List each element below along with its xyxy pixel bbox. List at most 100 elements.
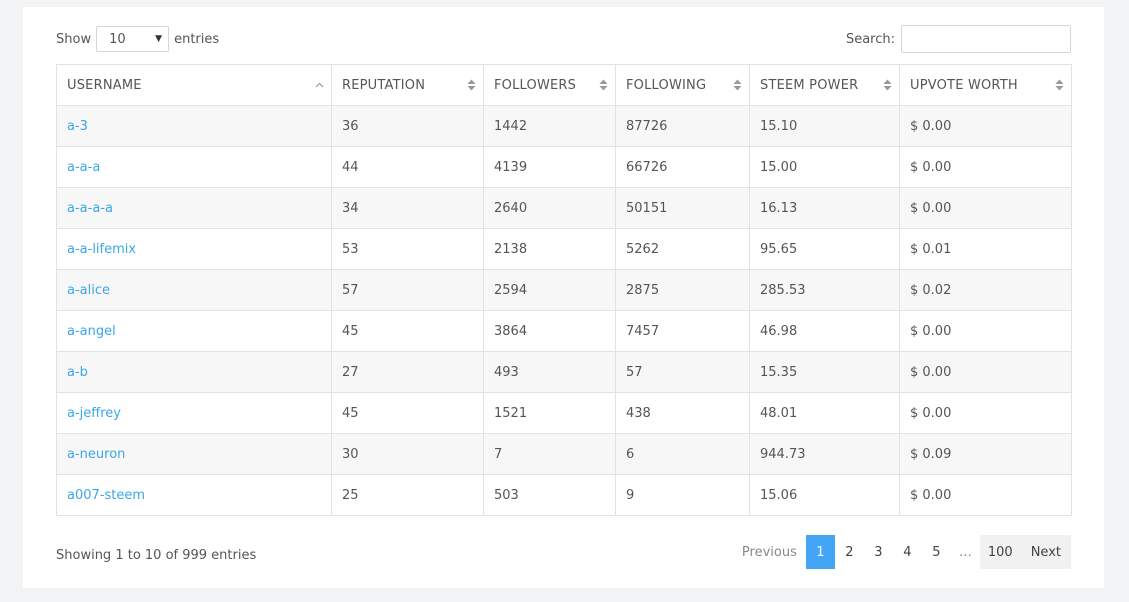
search-label: Search: <box>845 31 895 47</box>
table-cell-steem-power: 15.00 <box>749 146 900 188</box>
table-row: a-alice 57 2594 2875 285.53 $ 0.02 <box>56 269 1072 311</box>
table-row: a007-steem 25 503 9 15.06 $ 0.00 <box>56 474 1072 516</box>
table-cell-upvote-worth: $ 0.00 <box>899 105 1072 147</box>
column-header-label: FOLLOWERS <box>494 77 577 93</box>
table-cell-username: a-neuron <box>56 433 332 475</box>
table-cell-upvote-worth: $ 0.00 <box>899 351 1072 393</box>
table-cell-followers: 493 <box>483 351 616 393</box>
username-link[interactable]: a-angel <box>67 324 116 339</box>
next-button[interactable]: Next <box>1020 535 1071 569</box>
table-cell-reputation: 27 <box>331 351 484 393</box>
username-link[interactable]: a-neuron <box>67 447 125 462</box>
column-header-followers[interactable]: FOLLOWERS <box>483 64 616 106</box>
sort-both-icon <box>467 78 476 92</box>
table-cell-username: a-jeffrey <box>56 392 332 434</box>
table-cell-upvote-worth: $ 0.00 <box>899 392 1072 434</box>
table-cell-following: 66726 <box>615 146 750 188</box>
table-cell-upvote-worth: $ 0.01 <box>899 228 1072 270</box>
page-button-last[interactable]: 100 <box>979 535 1021 569</box>
column-header-username[interactable]: USERNAME <box>56 64 332 106</box>
table-cell-followers: 4139 <box>483 146 616 188</box>
previous-button[interactable]: Previous <box>733 535 806 569</box>
table-cell-followers: 7 <box>483 433 616 475</box>
column-header-following[interactable]: FOLLOWING <box>615 64 750 106</box>
search-filter: Search: <box>846 25 1071 53</box>
table-cell-followers: 2594 <box>483 269 616 311</box>
table-row: a-a-lifemix 53 2138 5262 95.65 $ 0.01 <box>56 228 1072 270</box>
sort-both-icon <box>733 78 742 92</box>
table-cell-reputation: 36 <box>331 105 484 147</box>
page-button-1[interactable]: 1 <box>805 535 835 569</box>
table-cell-reputation: 25 <box>331 474 484 516</box>
table-row: a-jeffrey 45 1521 438 48.01 $ 0.00 <box>56 392 1072 434</box>
table-cell-upvote-worth: $ 0.00 <box>899 187 1072 229</box>
username-link[interactable]: a-alice <box>67 283 110 298</box>
table-cell-steem-power: 15.10 <box>749 105 900 147</box>
username-link[interactable]: a-a-a-a <box>67 201 113 216</box>
table-cell-followers: 2138 <box>483 228 616 270</box>
entries-select-value: 10 <box>109 31 126 47</box>
table-cell-reputation: 53 <box>331 228 484 270</box>
entries-select[interactable]: 10 ▼ <box>96 26 170 52</box>
username-link[interactable]: a-b <box>67 365 88 380</box>
page-button-2[interactable]: 2 <box>835 535 864 569</box>
table-cell-username: a-a-a-a <box>56 187 332 229</box>
page-button-4[interactable]: 4 <box>893 535 922 569</box>
username-link[interactable]: a-a-a <box>67 160 100 175</box>
pagination-ellipsis: … <box>958 544 972 560</box>
table-cell-following: 2875 <box>615 269 750 311</box>
table-cell-followers: 1521 <box>483 392 616 434</box>
content-card: Show 10 ▼ entries Search: USERNAME REPUTA… <box>23 7 1104 588</box>
table-row: a-a-a 44 4139 66726 15.00 $ 0.00 <box>56 146 1072 188</box>
table-cell-reputation: 57 <box>331 269 484 311</box>
pagination: Previous 12345 … 100 Next <box>733 535 1071 569</box>
table-cell-followers: 503 <box>483 474 616 516</box>
column-header-label: REPUTATION <box>342 77 426 93</box>
page-button-3[interactable]: 3 <box>864 535 893 569</box>
column-header-steem-power[interactable]: STEEM POWER <box>749 64 900 106</box>
table-cell-username: a-angel <box>56 310 332 352</box>
table-cell-username: a-alice <box>56 269 332 311</box>
username-link[interactable]: a-3 <box>67 119 88 134</box>
column-header-label: USERNAME <box>67 77 142 93</box>
table-cell-upvote-worth: $ 0.02 <box>899 269 1072 311</box>
table-info: Showing 1 to 10 of 999 entries <box>56 548 257 563</box>
sort-both-icon <box>599 78 608 92</box>
table-row: a-a-a-a 34 2640 50151 16.13 $ 0.00 <box>56 187 1072 229</box>
table-cell-reputation: 44 <box>331 146 484 188</box>
table-cell-upvote-worth: $ 0.00 <box>899 474 1072 516</box>
table-cell-followers: 1442 <box>483 105 616 147</box>
table-cell-reputation: 34 <box>331 187 484 229</box>
username-link[interactable]: a-jeffrey <box>67 406 121 421</box>
table-row: a-neuron 30 7 6 944.73 $ 0.09 <box>56 433 1072 475</box>
table-cell-following: 438 <box>615 392 750 434</box>
column-header-reputation[interactable]: REPUTATION <box>331 64 484 106</box>
search-input[interactable] <box>901 25 1071 53</box>
table-cell-steem-power: 944.73 <box>749 433 900 475</box>
table-cell-following: 50151 <box>615 187 750 229</box>
users-table: USERNAME REPUTATION FOLLOWERS FOLLOWING STEE… <box>56 64 1072 516</box>
entries-label: entries <box>174 31 220 47</box>
table-cell-reputation: 30 <box>331 433 484 475</box>
table-cell-upvote-worth: $ 0.00 <box>899 310 1072 352</box>
table-cell-reputation: 45 <box>331 392 484 434</box>
column-header-label: STEEM POWER <box>760 77 859 93</box>
table-cell-upvote-worth: $ 0.00 <box>899 146 1072 188</box>
username-link[interactable]: a007-steem <box>67 488 145 503</box>
table-cell-username: a-b <box>56 351 332 393</box>
table-cell-steem-power: 46.98 <box>749 310 900 352</box>
table-header-row: USERNAME REPUTATION FOLLOWERS FOLLOWING STEE… <box>56 64 1072 106</box>
show-label: Show <box>56 31 92 47</box>
page-button-5[interactable]: 5 <box>922 535 951 569</box>
table-cell-steem-power: 15.06 <box>749 474 900 516</box>
table-cell-steem-power: 48.01 <box>749 392 900 434</box>
column-header-upvote-worth[interactable]: UPVOTE WORTH <box>899 64 1072 106</box>
table-cell-username: a-3 <box>56 105 332 147</box>
table-cell-following: 9 <box>615 474 750 516</box>
sort-ascending-icon <box>315 78 324 92</box>
table-row: a-b 27 493 57 15.35 $ 0.00 <box>56 351 1072 393</box>
username-link[interactable]: a-a-lifemix <box>67 242 136 257</box>
table-cell-following: 87726 <box>615 105 750 147</box>
table-cell-steem-power: 95.65 <box>749 228 900 270</box>
table-cell-upvote-worth: $ 0.09 <box>899 433 1072 475</box>
